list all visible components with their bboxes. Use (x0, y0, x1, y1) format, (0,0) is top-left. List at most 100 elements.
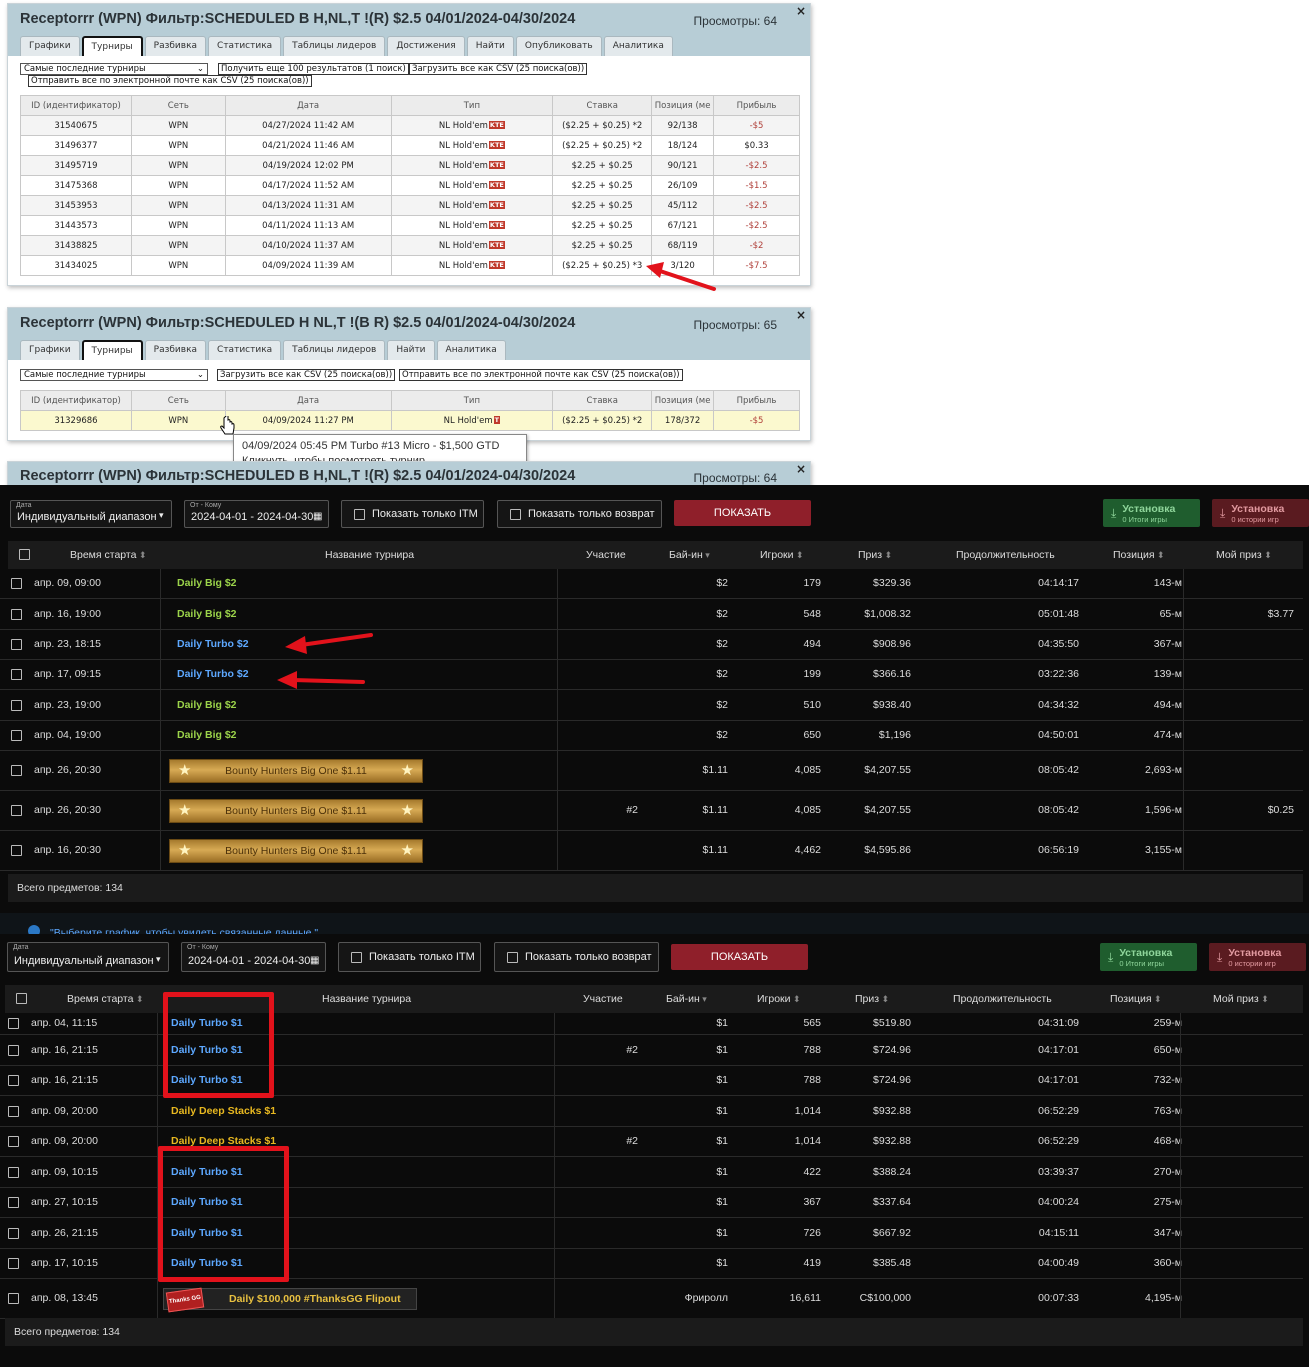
date-range-select[interactable]: Дата Индивидуальный диапазон ▾ (7, 942, 169, 972)
tournament-name[interactable]: Daily Turbo $2 (177, 638, 249, 650)
email-csv-link[interactable]: Отправить все по электронной почте как C… (399, 369, 683, 381)
tab-item[interactable]: Аналитика (436, 340, 506, 360)
tournament-banner[interactable]: ★ Bounty Hunters Big One $1.11 ★ (169, 839, 423, 863)
table-row[interactable]: 31438825 WPN 04/10/2024 11:37 AM NL Hold'em… (20, 235, 800, 256)
row-checkbox[interactable] (11, 639, 22, 650)
column-header[interactable]: Ставка (552, 95, 653, 116)
sort-select[interactable]: Самые последние турниры ⌄ (20, 63, 208, 75)
show-button[interactable]: ПОКАЗАТЬ (671, 944, 808, 970)
itm-filter[interactable]: Показать только ITM (338, 942, 481, 972)
tournament-name[interactable]: Daily Big $2 (177, 699, 237, 711)
row-checkbox[interactable] (11, 578, 22, 589)
column-header[interactable]: Бай-ин ▾ (669, 549, 710, 561)
column-header[interactable]: Прибыль (713, 390, 800, 411)
install-summaries-button[interactable]: ⤓ Установка 0 Итоги игры (1103, 499, 1200, 527)
tab-item[interactable]: Найти (466, 36, 514, 56)
install-histories-button[interactable]: ⤓ Установка 0 истории игр (1209, 943, 1306, 971)
column-header[interactable]: ID (идентификатор) (20, 95, 132, 116)
row-checkbox[interactable] (11, 845, 22, 856)
date-range-input[interactable]: От - Кому 2024-04-01 - 2024-04-30 ▦ (181, 942, 326, 972)
table-row[interactable]: 31443573 WPN 04/11/2024 11:13 AM NL Hold'em… (20, 215, 800, 236)
column-header[interactable]: Сеть (130, 390, 226, 411)
column-header[interactable]: Участие (586, 549, 626, 561)
tournament-name[interactable]: Daily Big $2 (177, 729, 237, 741)
tab-item[interactable]: Опубликовать (515, 36, 602, 56)
column-header[interactable]: ID (идентификатор) (20, 390, 132, 411)
row-checkbox[interactable] (11, 730, 22, 741)
tab-item[interactable]: Графики (20, 36, 80, 56)
tab-item[interactable]: Разбивка (144, 340, 207, 360)
close-icon[interactable]: × (796, 4, 806, 18)
date-range-select[interactable]: Дата Индивидуальный диапазон ▾ (10, 500, 172, 528)
tab-item[interactable]: Таблицы лидеров (283, 340, 386, 360)
table-row[interactable]: 31453953 WPN 04/13/2024 11:31 AM NL Hold'em… (20, 195, 800, 216)
tournament-banner[interactable]: Thanks GG Daily $100,000 #ThanksGG Flipou… (163, 1287, 417, 1313)
install-summaries-button[interactable]: ⤓ Установка 0 Итоги игры (1100, 943, 1197, 971)
row-checkbox[interactable] (8, 1136, 19, 1147)
more-results-link[interactable]: Получить еще 100 результатов (1 поиск) (218, 63, 409, 75)
refund-checkbox[interactable] (510, 509, 521, 520)
row-checkbox[interactable] (11, 608, 22, 620)
column-header[interactable]: Продолжительность (956, 549, 1055, 561)
column-header[interactable]: Время старта ⬍ (70, 549, 146, 561)
table-row[interactable]: апр. 09, 20:00 Daily Deep Stacks $1 $1 1,01… (0, 1096, 1303, 1127)
column-header[interactable]: Позиция ⬍ (1110, 993, 1162, 1005)
table-row[interactable]: апр. 23, 19:00 Daily Big $2 $2 510 $938.40 04… (0, 690, 1303, 721)
download-csv-link[interactable]: Загрузить все как CSV (25 поиска(ов)) (409, 63, 588, 75)
tab-item[interactable]: Найти (387, 340, 435, 360)
row-checkbox[interactable] (8, 1105, 19, 1117)
row-checkbox[interactable] (8, 1075, 19, 1086)
row-checkbox[interactable] (11, 765, 22, 776)
email-csv-link[interactable]: Отправить все по электронной почте как C… (28, 75, 312, 87)
column-header[interactable]: Участие (583, 993, 623, 1005)
itm-checkbox[interactable] (351, 952, 362, 963)
table-row[interactable]: апр. 17, 09:15 Daily Turbo $2 $2 199 $366.16… (0, 660, 1303, 690)
table-row[interactable]: 31495719 WPN 04/19/2024 12:02 PM NL Hold'em… (20, 155, 800, 176)
column-header[interactable]: Бай-ин ▾ (666, 993, 707, 1005)
tournament-name[interactable]: Daily Big $2 (177, 608, 237, 620)
table-row[interactable]: 31540675 WPN 04/27/2024 11:42 AM NL Hold'em… (20, 115, 800, 136)
row-checkbox[interactable] (11, 699, 22, 711)
column-header[interactable]: Мой приз ⬍ (1213, 993, 1269, 1005)
row-checkbox[interactable] (8, 1258, 19, 1269)
table-row[interactable]: апр. 26, 20:30 ★ Bounty Hunters Big One $1… (0, 791, 1303, 831)
column-header[interactable]: Тип (390, 95, 554, 116)
refund-checkbox[interactable] (507, 952, 518, 963)
tournament-name[interactable]: Daily Big $2 (177, 577, 237, 589)
tab-item[interactable]: Турниры (81, 36, 143, 56)
column-header[interactable]: Позиция ⬍ (1113, 549, 1165, 561)
tournament-banner[interactable]: ★ Bounty Hunters Big One $1.11 ★ (169, 799, 423, 823)
show-button[interactable]: ПОКАЗАТЬ (674, 500, 811, 526)
itm-checkbox[interactable] (354, 509, 365, 520)
download-csv-link[interactable]: Загрузить все как CSV (25 поиска(ов)) (217, 369, 396, 381)
row-checkbox[interactable] (8, 1197, 19, 1208)
tab-item[interactable]: Разбивка (144, 36, 207, 56)
table-row[interactable]: апр. 26, 20:30 ★ Bounty Hunters Big One $1… (0, 751, 1303, 791)
column-header[interactable]: Название турнира (322, 993, 411, 1005)
column-header[interactable]: Сеть (130, 95, 226, 116)
tab-item[interactable]: Графики (20, 340, 80, 360)
tab-item[interactable]: Аналитика (603, 36, 673, 56)
select-all-checkbox[interactable] (19, 549, 30, 560)
column-header[interactable]: Дата (224, 95, 392, 116)
column-header[interactable]: Приз ⬍ (855, 993, 889, 1005)
column-header[interactable]: Тип (390, 390, 554, 411)
column-header[interactable]: Позиция (ме (651, 390, 715, 411)
select-all-checkbox[interactable] (16, 993, 27, 1004)
table-row[interactable]: апр. 08, 13:45 Thanks GG Daily $100,000 #T… (0, 1279, 1303, 1319)
close-icon[interactable]: × (796, 462, 806, 476)
row-checkbox[interactable] (8, 1166, 19, 1178)
tournament-banner[interactable]: ★ Bounty Hunters Big One $1.11 ★ (169, 759, 423, 783)
tournament-name[interactable]: Daily Turbo $2 (177, 668, 249, 680)
table-row[interactable]: 31496377 WPN 04/21/2024 11:46 AM NL Hold'em… (20, 135, 800, 156)
sort-select[interactable]: Самые последние турниры ⌄ (20, 369, 208, 381)
row-checkbox[interactable] (11, 669, 22, 680)
row-checkbox[interactable] (8, 1018, 19, 1029)
column-header[interactable]: Мой приз ⬍ (1216, 549, 1272, 561)
column-header[interactable]: Позиция (ме (651, 95, 715, 116)
tab-item[interactable]: Достижения (387, 36, 465, 56)
table-row[interactable]: апр. 16, 20:30 ★ Bounty Hunters Big One $1… (0, 831, 1303, 871)
column-header[interactable]: Название турнира (325, 549, 414, 561)
table-row[interactable]: 31475368 WPN 04/17/2024 11:52 AM NL Hold'em… (20, 175, 800, 196)
column-header[interactable]: Приз ⬍ (858, 549, 892, 561)
